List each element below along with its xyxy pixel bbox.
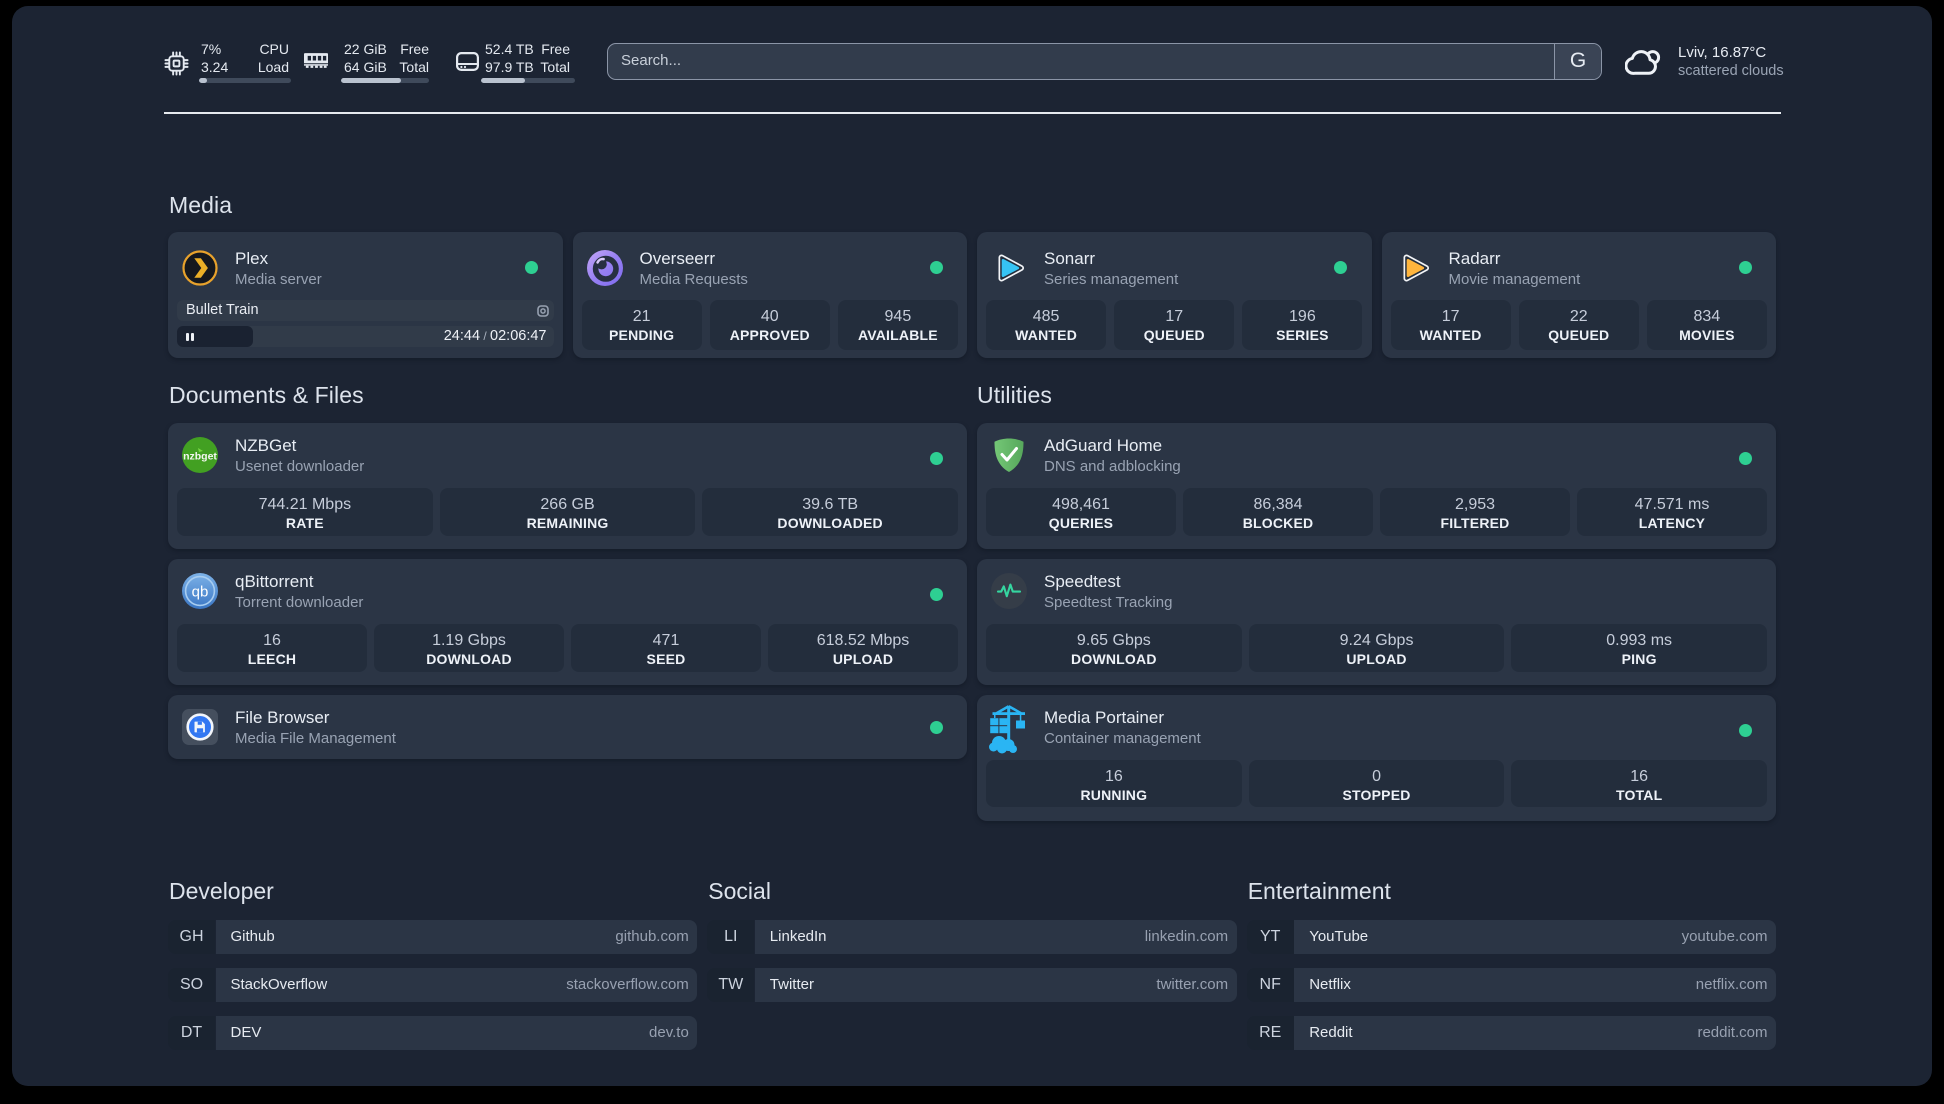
svg-text:nzbget: nzbget (183, 451, 217, 463)
svg-text:qb: qb (192, 584, 209, 601)
